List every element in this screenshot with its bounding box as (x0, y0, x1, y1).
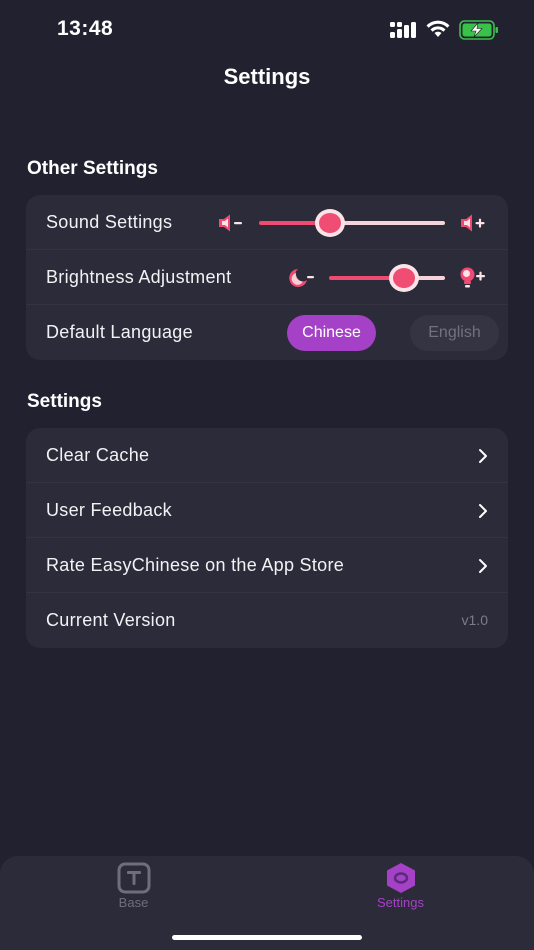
home-indicator (172, 935, 362, 940)
clear-cache-label: Clear Cache (46, 445, 150, 465)
page-title: Settings (223, 64, 311, 89)
hexagon-icon (386, 863, 415, 893)
other-settings-card: Sound Settings Brightness Adjustment Def… (26, 195, 508, 360)
volume-down-icon[interactable] (218, 214, 244, 232)
version-value: v1.0 (461, 612, 488, 628)
current-version-label: Current Version (46, 610, 176, 630)
lightbulb-icon[interactable] (460, 267, 488, 289)
user-feedback-label: User Feedback (46, 500, 172, 520)
sound-slider-rest (330, 221, 445, 225)
wifi-icon (426, 20, 450, 37)
status-time: 13:48 (57, 17, 114, 40)
cellular-signal-icon (390, 22, 416, 38)
rate-app-row[interactable]: Rate EasyChinese on the App Store (26, 538, 508, 593)
brightness-slider-thumb[interactable] (389, 264, 419, 292)
moon-icon[interactable] (289, 268, 315, 288)
settings-card: Clear Cache User Feedback Rate EasyChine… (26, 428, 508, 648)
brightness-slider[interactable] (329, 264, 445, 292)
text-box-icon (117, 862, 150, 894)
status-bar: 13:48 (0, 0, 534, 60)
sound-slider[interactable] (259, 209, 445, 237)
brightness-label: Brightness Adjustment (46, 267, 232, 287)
tab-base[interactable]: Base (0, 856, 267, 926)
chevron-right-icon (479, 504, 487, 518)
language-english-button[interactable]: English (410, 315, 499, 351)
sound-settings-label: Sound Settings (46, 212, 173, 232)
user-feedback-row[interactable]: User Feedback (26, 483, 508, 538)
clear-cache-row[interactable]: Clear Cache (26, 428, 508, 483)
other-settings-section-title: Other Settings (27, 158, 158, 179)
settings-section-title: Settings (27, 391, 102, 412)
volume-up-icon[interactable] (460, 214, 488, 232)
rate-app-label: Rate EasyChinese on the App Store (46, 555, 345, 575)
language-chinese-button[interactable]: Chinese (287, 315, 376, 351)
brightness-row: Brightness Adjustment (26, 250, 508, 305)
sound-settings-row: Sound Settings (26, 195, 508, 250)
default-language-label: Default Language (46, 322, 193, 342)
current-version-row: Current Version v1.0 (26, 593, 508, 648)
sound-slider-thumb[interactable] (315, 209, 345, 237)
chevron-right-icon (479, 559, 487, 573)
default-language-row: Default Language Chinese English (26, 305, 508, 360)
tab-base-label: Base (118, 895, 149, 910)
tab-settings-label: Settings (377, 895, 424, 910)
tab-settings[interactable]: Settings (267, 856, 534, 926)
battery-charging-icon (459, 20, 498, 40)
chevron-right-icon (479, 449, 487, 463)
